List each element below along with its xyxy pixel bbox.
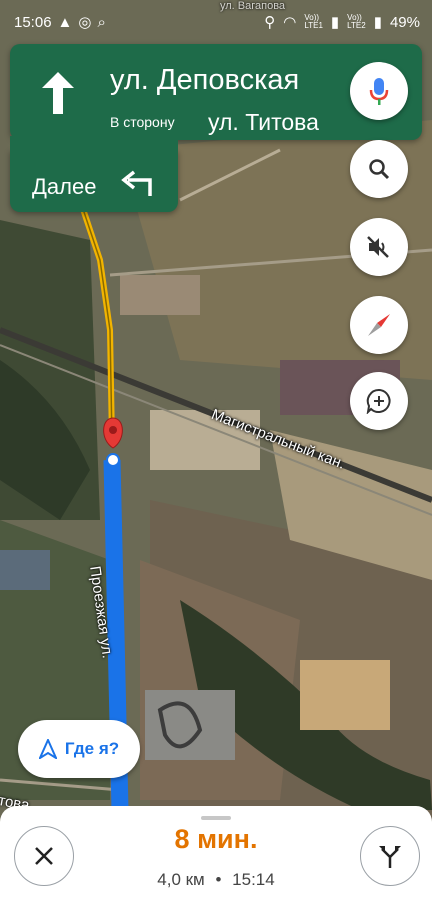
toward-street: ул. Титова — [208, 109, 319, 135]
arrival-time: 15:14 — [232, 870, 275, 889]
sound-muted-icon — [367, 236, 389, 258]
signal-2-icon: ▮ — [373, 14, 382, 31]
toward-prefix: В сторону — [110, 114, 175, 130]
status-time: 15:06 — [14, 13, 52, 31]
turn-left-icon — [121, 170, 152, 196]
search-status-icon: ⌕ — [97, 13, 106, 31]
search-icon — [369, 159, 390, 180]
navigation-arrow-icon — [38, 739, 57, 759]
where-am-i-button[interactable]: Где я? — [18, 720, 140, 778]
navigation-status-icon: ▲ — [57, 13, 73, 31]
trip-separator: • — [215, 870, 222, 889]
alternate-routes-button[interactable] — [360, 826, 420, 886]
whatsapp-icon: ◎ — [78, 14, 92, 31]
signal-1-icon: ▮ — [330, 14, 340, 31]
location-status-icon: ⚲ — [264, 14, 276, 31]
next-label: Далее — [32, 174, 97, 199]
add-comment-icon — [366, 388, 391, 414]
microphone-icon — [369, 78, 389, 105]
trip-distance: 4,0 км — [157, 870, 205, 889]
compass-icon — [368, 314, 390, 336]
wifi-icon: ◠ — [283, 14, 297, 31]
network-2: Vo)) LTE2 — [347, 13, 366, 30]
compass-button[interactable] — [350, 296, 408, 354]
add-report-button[interactable] — [350, 372, 408, 430]
search-button[interactable] — [350, 140, 408, 198]
sheet-drag-handle[interactable] — [201, 816, 231, 820]
where-am-i-label: Где я? — [64, 739, 120, 758]
battery-level: 49% — [389, 13, 420, 31]
mute-button[interactable] — [350, 218, 408, 276]
trip-summary-sheet[interactable]: 8 мин. 4,0 км • 15:14 — [0, 806, 432, 910]
voice-search-button[interactable] — [350, 62, 408, 120]
straight-arrow-icon — [42, 72, 74, 114]
current-street: ул. Деповская — [110, 64, 300, 96]
route-fork-icon — [379, 846, 401, 868]
next-turn-card[interactable]: Далее — [10, 136, 178, 212]
status-bar: 15:06 ▲ ◎ ⌕ ⚲ ◠ Vo)) LTE1 ▮ Vo)) LTE2 ▮ 49… — [0, 0, 432, 44]
network-1: Vo)) LTE1 — [304, 13, 323, 30]
